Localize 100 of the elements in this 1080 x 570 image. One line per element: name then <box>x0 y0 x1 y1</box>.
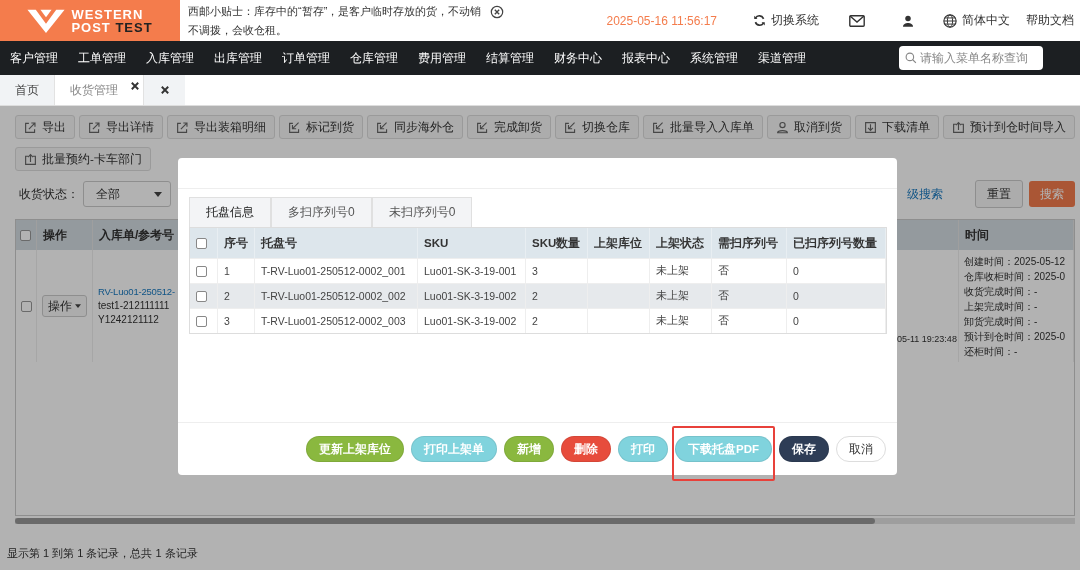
nav-menu-item[interactable]: 费用管理 <box>408 50 476 66</box>
table-cell: 否 <box>712 283 787 308</box>
table-cell-text: 创建时间：2025-05-12 <box>964 254 1066 269</box>
table-cell: 2 <box>526 283 588 308</box>
globe-icon <box>943 13 957 28</box>
tab[interactable]: 未扫序列号0 <box>371 197 473 227</box>
logo[interactable]: WESTERN POST TEST <box>0 0 180 41</box>
switch-system-link[interactable]: 切换系统 <box>747 12 825 29</box>
page-tab[interactable]: 首页 <box>0 75 55 105</box>
filter-label: 收货状态： <box>19 185 79 203</box>
column-header: 已扫序列号数量 <box>787 228 886 258</box>
toolbar-button[interactable]: 批量导入入库单 <box>643 115 763 139</box>
download-icon <box>864 120 877 134</box>
table-cell-text: 仓库收柜时间：2025-0 <box>964 269 1066 284</box>
export-icon <box>24 120 37 134</box>
import-icon <box>564 120 577 134</box>
nav-menu-item[interactable]: 报表中心 <box>612 50 680 66</box>
column-header: SKU数量 <box>526 228 588 258</box>
toolbar-button[interactable]: 批量预约-卡车部门 <box>15 147 151 171</box>
table-cell: 否 <box>712 308 787 333</box>
user-icon[interactable] <box>903 14 913 27</box>
toolbar-button[interactable]: 完成卸货 <box>467 115 551 139</box>
nav-menu-item[interactable]: 入库管理 <box>136 50 204 66</box>
import-icon <box>652 120 665 134</box>
table-cell: 未上架 <box>650 308 712 333</box>
nav-menu-item[interactable]: 财务中心 <box>544 50 612 66</box>
tab[interactable]: 托盘信息 <box>189 197 271 227</box>
table-cell-text: 上架完成时间：- <box>964 299 1038 314</box>
nav-menu-item[interactable]: 结算管理 <box>476 50 544 66</box>
close-icon[interactable] <box>131 82 139 90</box>
search-icon <box>905 52 917 64</box>
toolbar-button[interactable]: 下载清单 <box>855 115 939 139</box>
status-dropdown[interactable]: 全部 <box>83 181 171 207</box>
checkbox[interactable] <box>196 237 207 249</box>
table-cell: 2 <box>218 283 255 308</box>
nav-menu-item[interactable]: 系统管理 <box>680 50 748 66</box>
table-cell-text: 预计到仓时间：2025-0 <box>964 329 1066 344</box>
column-header: 序号 <box>218 228 255 258</box>
table-cell: 未上架 <box>650 283 712 308</box>
checkbox[interactable] <box>20 229 31 241</box>
mail-icon[interactable] <box>849 14 865 27</box>
column-header: 需扫序列号 <box>712 228 787 258</box>
table-cell: 0 <box>787 308 886 333</box>
toolbar-button[interactable]: 切换仓库 <box>555 115 639 139</box>
toolbar-button[interactable]: 标记到货 <box>279 115 363 139</box>
toolbar-button[interactable]: 取消到货 <box>767 115 851 139</box>
datetime-text: 2025-05-16 11:56:17 <box>606 13 717 28</box>
action-dropdown[interactable]: 操作 <box>42 295 87 317</box>
logo-text: POST TEST <box>71 20 153 34</box>
advanced-search-link[interactable]: 级搜索 <box>907 185 943 203</box>
table-cell: test1-212111111 <box>98 299 170 313</box>
record-count-text: 显示第 1 到第 1 条记录，总共 1 条记录 <box>7 546 199 561</box>
export-icon <box>176 120 189 134</box>
checkbox[interactable] <box>196 265 207 277</box>
tip-text: 西邮小贴士：库存中的“暂存”，是客户临时存放的货，不动销不调拨，会收仓租。 <box>188 4 483 38</box>
reset-button[interactable]: 重置 <box>975 180 1023 208</box>
toolbar-button[interactable]: 导出 <box>15 115 75 139</box>
toolbar-button[interactable]: 导出详情 <box>79 115 163 139</box>
column-header: 上架库位 <box>588 228 650 258</box>
table-cell: 0 <box>787 283 886 308</box>
nav-menu-item[interactable]: 渠道管理 <box>748 50 816 66</box>
nav-menu-item[interactable]: 工单管理 <box>68 50 136 66</box>
table-cell <box>588 283 650 308</box>
modal-button[interactable]: 取消 <box>836 436 886 462</box>
tab[interactable]: 多扫序列号0 <box>271 197 372 227</box>
checkbox[interactable] <box>21 300 32 312</box>
modal-button[interactable]: 删除 <box>561 436 611 462</box>
import-icon <box>476 120 489 134</box>
nav-menu-item[interactable]: 出库管理 <box>204 50 272 66</box>
caret-icon <box>154 191 162 197</box>
table-cell: Luo01-SK-3-19-002 <box>418 308 526 333</box>
column-header: 时间 <box>959 220 1074 250</box>
menu-search-field[interactable]: 请输入菜单名称查询 <box>899 46 1043 70</box>
toolbar-button[interactable]: 同步海外仓 <box>367 115 463 139</box>
nav-menu-item[interactable]: 订单管理 <box>272 50 340 66</box>
table-cell-text: 05-11 19:23:48 <box>897 333 957 346</box>
caret-icon <box>75 304 81 308</box>
column-header: 托盘号 <box>255 228 418 258</box>
table-cell: Luo01-SK-3-19-002 <box>418 283 526 308</box>
toolbar-button[interactable]: 导出装箱明细 <box>167 115 275 139</box>
column-header: SKU <box>418 228 526 258</box>
nav-menu-item[interactable]: 客户管理 <box>0 50 68 66</box>
close-icon <box>160 86 169 94</box>
table-cell: T-RV-Luo01-250512-0002_003 <box>255 308 418 333</box>
modal-button[interactable]: 保存 <box>779 436 829 462</box>
table-cell <box>588 308 650 333</box>
logo-mark-icon <box>27 7 66 34</box>
checkbox[interactable] <box>196 315 207 327</box>
upload-icon <box>24 152 37 166</box>
close-icon[interactable] <box>490 5 504 19</box>
order-link[interactable]: RV-Luo01-250512- <box>98 285 175 299</box>
language-selector[interactable]: 简体中文 <box>937 12 1016 29</box>
checkbox[interactable] <box>196 290 207 302</box>
user-icon <box>776 120 789 134</box>
help-link[interactable]: 帮助文档 <box>1026 12 1074 29</box>
nav-menu-item[interactable]: 仓库管理 <box>340 50 408 66</box>
close-tab-button[interactable] <box>144 75 185 105</box>
export-icon <box>88 120 101 134</box>
toolbar-button[interactable]: 预计到仓时间导入 <box>943 115 1075 139</box>
scrollbar-thumb[interactable] <box>15 518 875 524</box>
